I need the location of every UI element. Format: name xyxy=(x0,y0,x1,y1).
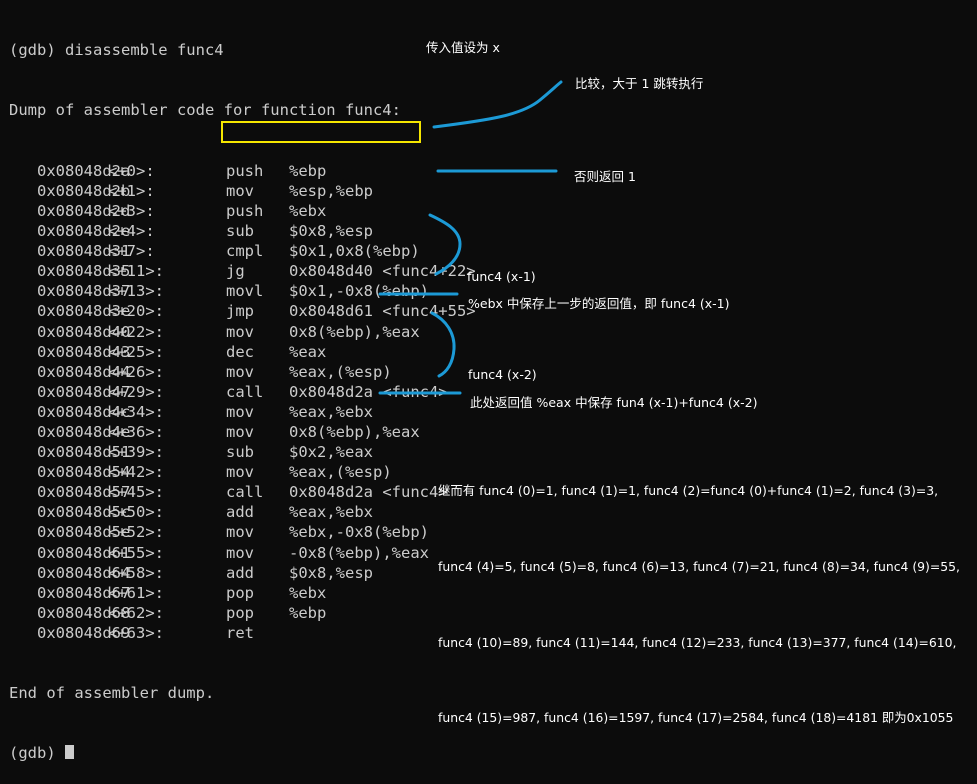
text-cursor xyxy=(65,745,74,760)
asm-row: 0x08048d68 <+62>: pop %ebp xyxy=(9,603,401,623)
call1-bracket xyxy=(428,213,462,276)
asm-opcode: add xyxy=(226,563,254,582)
asm-operands: %ebp xyxy=(289,603,327,622)
gdb-prompt: (gdb) xyxy=(9,744,65,763)
annotation-else-return: 否则返回 1 xyxy=(574,169,636,184)
asm-opcode: ret xyxy=(226,623,254,642)
annotation-ebx-save: %ebx 中保存上一步的返回值，即 func4 (x-1) xyxy=(468,296,730,311)
annotation-compare: 比较，大于 1 跳转执行 xyxy=(575,76,704,91)
summary-line: 继而有 func4 (0)=1, func4 (1)=1, func4 (2)=… xyxy=(438,483,939,499)
summary-line: func4 (10)=89, func4 (11)=144, func4 (12… xyxy=(438,634,957,650)
annotation-return-here: 此处返回值 %eax 中保存 fun4 (x-1)+func4 (x-2) xyxy=(470,395,758,410)
gdb-prompt-line[interactable]: (gdb) xyxy=(9,743,401,763)
asm-opcode: pop xyxy=(226,583,254,602)
asm-row: 0x08048d69 <+63>: ret xyxy=(9,623,401,643)
annotation-input-x: 传入值设为 x xyxy=(426,40,500,55)
annotation-call1: func4 (x-1) xyxy=(467,269,536,284)
asm-offset: <+62>: xyxy=(108,603,164,622)
asm-operands: $0x8,%esp xyxy=(289,563,373,582)
asm-row: 0x08048d67 <+61>: pop %ebx xyxy=(9,583,401,603)
summary-line: func4 (4)=5, func4 (5)=8, func4 (6)=13, … xyxy=(438,559,960,575)
dump-footer: End of assembler dump. xyxy=(9,684,215,703)
summary-line: func4 (15)=987, func4 (16)=1597, func4 (… xyxy=(438,710,954,726)
asm-row: 0x08048d64 <+58>: add $0x8,%esp xyxy=(9,563,401,583)
annotation-call2: func4 (x-2) xyxy=(468,367,537,382)
compare-curve-arrow xyxy=(432,80,563,129)
asm-operands: %ebx xyxy=(289,583,327,602)
call2-bracket xyxy=(430,311,456,378)
asm-offset: <+61>: xyxy=(108,583,164,602)
asm-offset: <+58>: xyxy=(108,563,164,582)
fibonacci-summary: 继而有 func4 (0)=1, func4 (1)=1, func4 (2)=… xyxy=(438,428,960,756)
asm-opcode: pop xyxy=(226,603,254,622)
asm-offset: <+63>: xyxy=(108,623,164,642)
